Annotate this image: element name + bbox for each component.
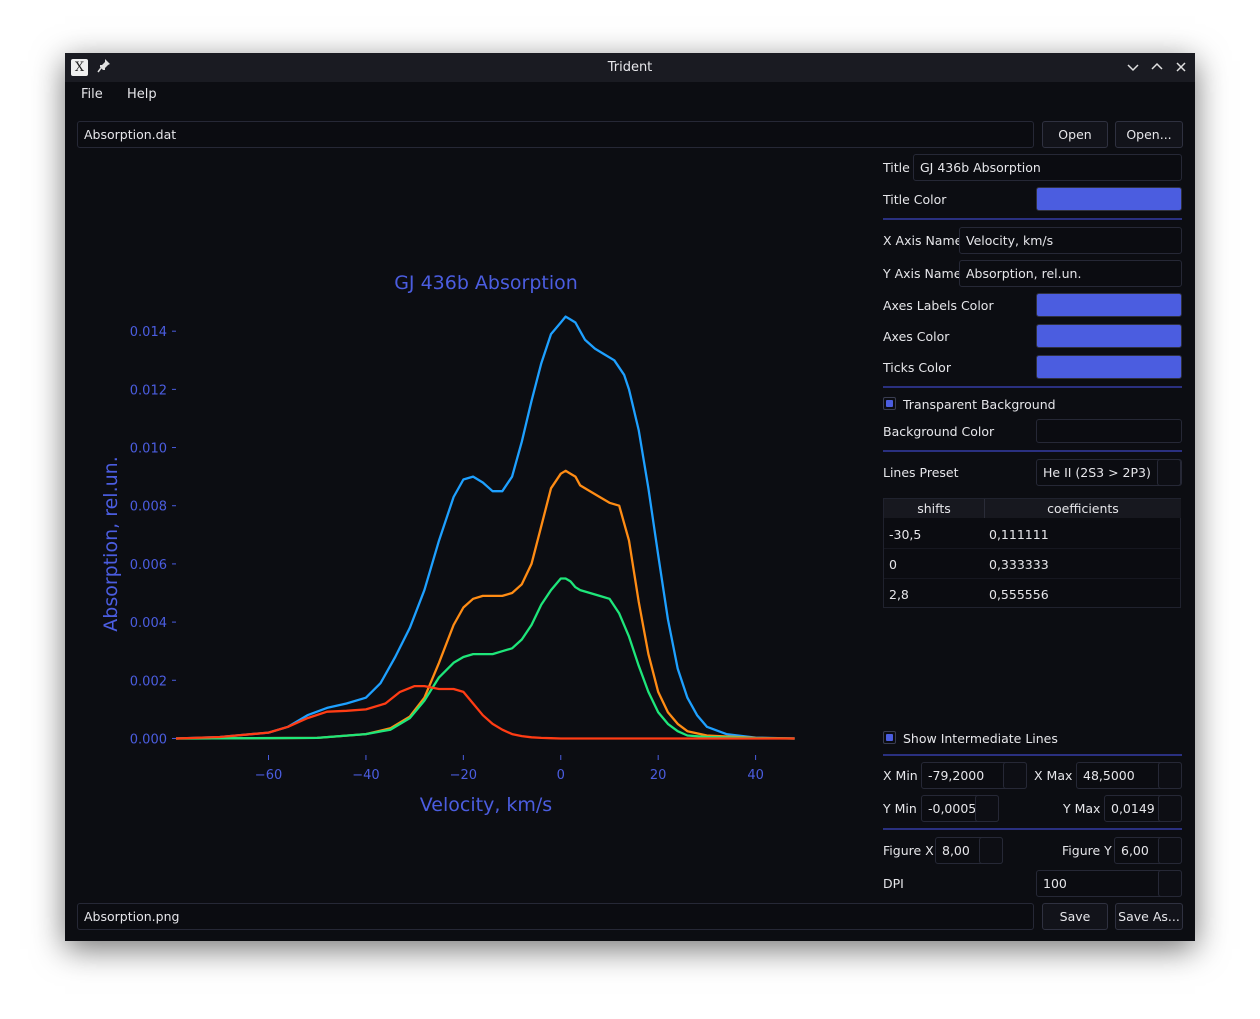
window-title: Trident (607, 60, 653, 75)
x-min-label: X Min (883, 768, 918, 783)
check-mark (886, 400, 893, 407)
separator (883, 828, 1182, 830)
figure-x-label: Figure X (883, 843, 934, 858)
column-header-shifts[interactable]: shifts (884, 499, 985, 518)
y-tick-label: 0.006 (130, 558, 167, 573)
separator (883, 386, 1182, 388)
axes-labels-color-swatch[interactable] (1036, 293, 1182, 317)
chart-title: GJ 436b Absorption (394, 272, 578, 294)
x-tick-label: −20 (450, 768, 477, 783)
axes-color-label: Axes Color (883, 329, 950, 344)
dpi-label: DPI (883, 876, 904, 891)
close-icon (1176, 62, 1186, 72)
separator (883, 450, 1182, 452)
y-max-spin-button[interactable] (1158, 795, 1182, 822)
figure-y-label: Figure Y (1062, 843, 1112, 858)
table-cell-coefficient[interactable]: 0,111111 (989, 527, 1049, 542)
separator (883, 754, 1182, 756)
open-as-button[interactable]: Open... (1115, 121, 1183, 148)
show-intermediate-lines-checkbox[interactable] (883, 731, 896, 744)
background-color-swatch[interactable] (1036, 419, 1182, 443)
ticks-color-label: Ticks Color (883, 360, 951, 375)
open-button[interactable]: Open (1042, 121, 1108, 148)
series-line-3 (175, 684, 795, 740)
title-label: Title (883, 160, 910, 175)
x-tick-label: 20 (650, 768, 667, 783)
y-tick-label: 0.008 (130, 500, 167, 515)
y-min-spin-button[interactable] (975, 795, 999, 822)
transparent-background-checkbox[interactable] (883, 397, 896, 410)
menu-bar: File Help (65, 82, 1195, 108)
lines-preset-label: Lines Preset (883, 465, 959, 480)
series-line-1 (175, 469, 795, 740)
table-cell-coefficient[interactable]: 0,333333 (989, 557, 1049, 572)
background-color-label: Background Color (883, 424, 995, 439)
y-max-label: Y Max (1063, 801, 1101, 816)
input-file-field[interactable]: Absorption.dat (77, 121, 1034, 148)
y-axis-name-label: Y Axis Name (883, 266, 962, 281)
column-header-coefficients[interactable]: coefficients (985, 499, 1181, 518)
y-tick-label: 0.002 (130, 674, 167, 689)
x-axis-name-input[interactable]: Velocity, km/s (959, 227, 1182, 254)
x-axis-name-label: X Axis Name (883, 233, 963, 248)
y-tick-label: 0.012 (130, 383, 167, 398)
y-min-label: Y Min (883, 801, 917, 816)
figure-y-spin-button[interactable] (1158, 837, 1182, 864)
x-tick-label: 0 (557, 768, 565, 783)
x-max-spin-button[interactable] (1158, 762, 1182, 789)
lines-table[interactable]: shifts coefficients -30,5 0,111111 0 0,3… (883, 498, 1181, 608)
save-button[interactable]: Save (1042, 903, 1108, 930)
maximize-button[interactable] (1148, 58, 1166, 76)
output-file-field[interactable]: Absorption.png (77, 903, 1034, 930)
row-divider (884, 578, 1180, 579)
title-color-swatch[interactable] (1036, 187, 1182, 211)
table-cell-shift[interactable]: 2,8 (889, 587, 909, 602)
plot-area: GJ 436b Absorption −60 −40 −20 0 20 40 0.000 0.0… (100, 272, 795, 816)
y-tick-label: 0.010 (130, 442, 167, 457)
chevron-up-icon (1151, 62, 1163, 70)
x-tick-label: 40 (747, 768, 764, 783)
table-cell-shift[interactable]: -30,5 (889, 527, 921, 542)
title-input[interactable]: GJ 436b Absorption (913, 154, 1182, 181)
show-intermediate-lines-label: Show Intermediate Lines (903, 731, 1058, 746)
save-as-button[interactable]: Save As... (1115, 903, 1183, 930)
series-line-2 (175, 577, 795, 740)
y-axis-name-input[interactable]: Absorption, rel.un. (959, 260, 1182, 287)
ticks-color-swatch[interactable] (1036, 355, 1182, 379)
axes-labels-color-label: Axes Labels Color (883, 298, 994, 313)
menu-help[interactable]: Help (127, 87, 157, 102)
menu-file[interactable]: File (81, 87, 103, 102)
axes-color-swatch[interactable] (1036, 324, 1182, 348)
y-tick-label: 0.000 (130, 732, 167, 747)
figure-x-spin-button[interactable] (979, 837, 1003, 864)
row-divider (884, 548, 1180, 549)
close-button[interactable] (1172, 58, 1190, 76)
chevron-down-icon (1127, 64, 1139, 72)
dpi-spin-button[interactable] (1158, 870, 1182, 897)
separator (883, 218, 1182, 220)
x-tick-label: −40 (352, 768, 379, 783)
x-tick-label: −60 (255, 768, 282, 783)
series-line-0 (175, 315, 795, 740)
title-bar: X Trident (65, 53, 1195, 82)
title-color-label: Title Color (883, 192, 947, 207)
check-mark (886, 734, 893, 741)
x-min-spin-button[interactable] (1003, 762, 1027, 789)
table-cell-shift[interactable]: 0 (889, 557, 897, 572)
y-axis-label: Absorption, rel.un. (100, 456, 122, 631)
lines-preset-dropdown-button[interactable] (1157, 459, 1181, 486)
table-cell-coefficient[interactable]: 0,555556 (989, 587, 1049, 602)
y-tick-label: 0.004 (130, 616, 167, 631)
y-tick-label: 0.014 (130, 325, 167, 340)
x-axis-label: Velocity, km/s (420, 794, 552, 816)
minimize-button[interactable] (1124, 58, 1142, 76)
x-max-label: X Max (1034, 768, 1073, 783)
transparent-background-label: Transparent Background (903, 397, 1056, 412)
